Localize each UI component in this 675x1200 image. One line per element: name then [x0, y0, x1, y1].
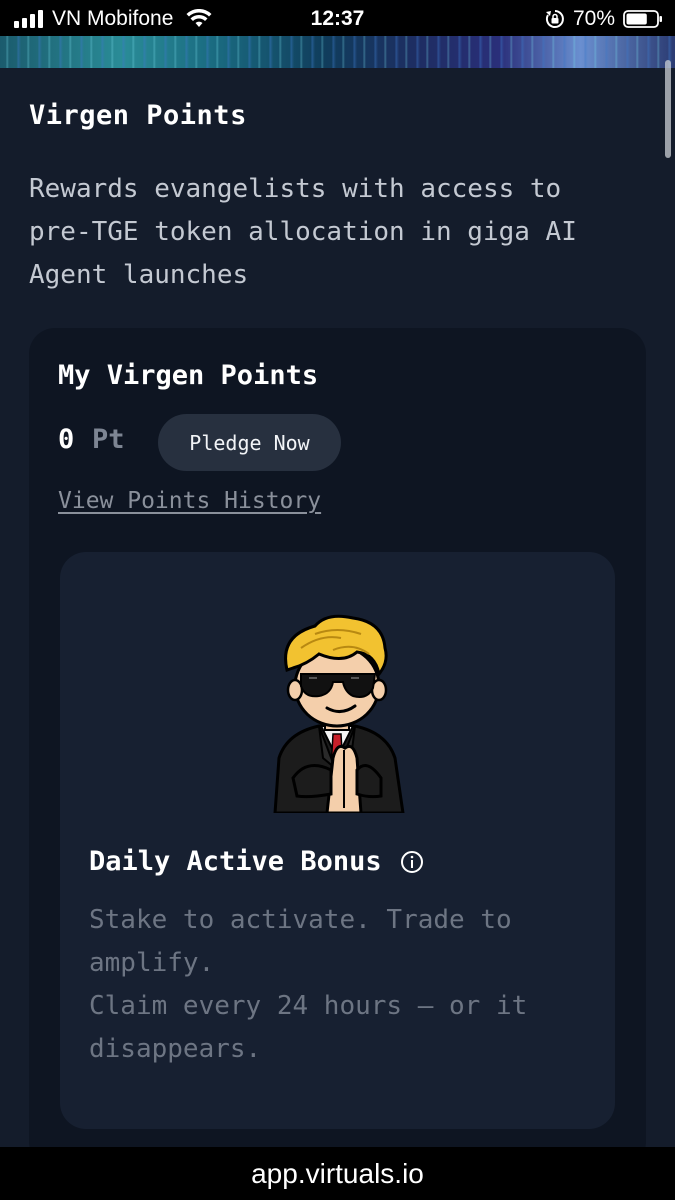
- daily-bonus-description: Stake to activate. Trade to amplify. Cla…: [89, 899, 594, 1071]
- card-title: My Virgen Points: [58, 360, 319, 391]
- status-bar: VN Mobifone 12:37 70%: [0, 0, 675, 36]
- daily-bonus-line-2: Claim every 24 hours — or it disappears.: [89, 991, 528, 1064]
- scrollbar[interactable]: [665, 60, 671, 158]
- page-title: Virgen Points: [29, 100, 247, 131]
- pledge-now-button[interactable]: Pledge Now: [158, 414, 341, 471]
- view-points-history-link[interactable]: View Points History: [58, 488, 321, 514]
- battery-icon: [623, 10, 662, 28]
- lock-rotation-icon: [545, 10, 564, 28]
- points-unit: Pt: [92, 424, 125, 455]
- screen: VN Mobifone 12:37 70% Virgen Points Rewa…: [0, 0, 675, 1200]
- daily-bonus-title-text: Daily Active Bonus: [89, 846, 382, 877]
- status-right: 70%: [545, 7, 663, 31]
- daily-bonus-card: Daily Active Bonus Stake to activate. Tr…: [60, 552, 615, 1129]
- page-description: Rewards evangelists with access to pre-T…: [29, 174, 577, 290]
- mascot-illustration: [273, 614, 405, 813]
- daily-bonus-title: Daily Active Bonus: [89, 846, 424, 877]
- daily-bonus-line-1: Stake to activate. Trade to amplify.: [89, 905, 512, 978]
- info-icon[interactable]: [400, 850, 424, 874]
- browser-url-bar[interactable]: app.virtuals.io: [0, 1147, 675, 1200]
- points-value: 0: [58, 424, 75, 455]
- battery-percent: 70%: [572, 7, 615, 30]
- header-banner: [0, 36, 675, 68]
- points-card: My Virgen Points 0 Pt Pledge Now View Po…: [29, 328, 646, 1168]
